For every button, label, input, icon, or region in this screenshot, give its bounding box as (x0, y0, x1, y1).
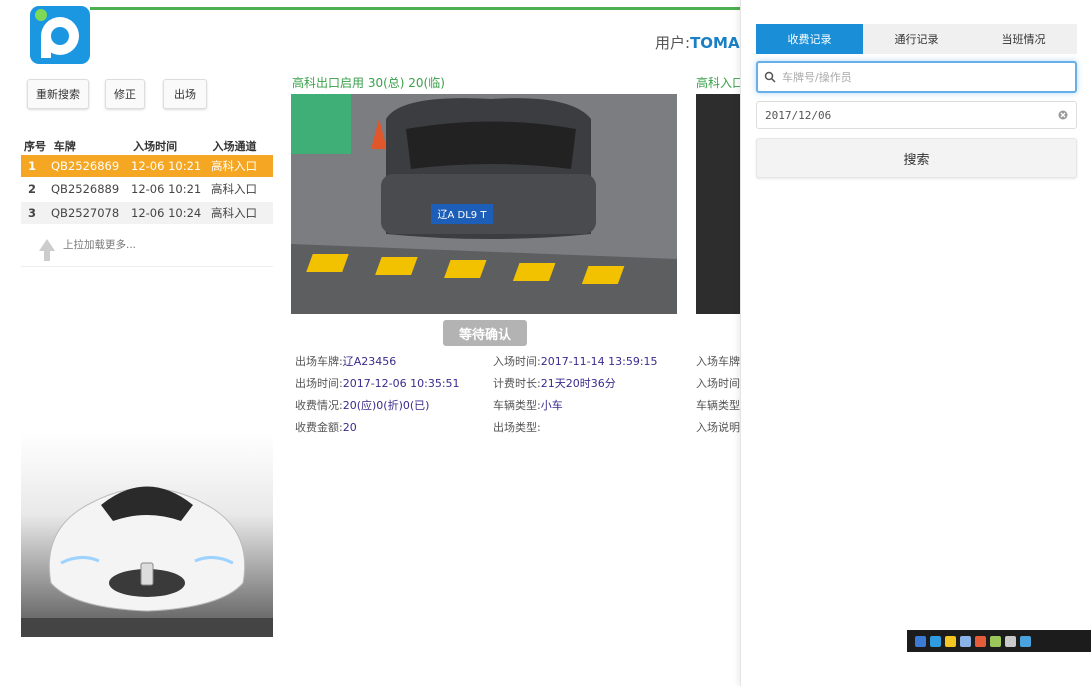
search-icon (764, 71, 776, 83)
parking-app: 用户:TOMA 重新搜索 修正 出场 序号 车牌 入场时间 入场通道 1 QB2… (0, 0, 1091, 686)
exit-camera-photo: 辽A DL9 T (291, 94, 677, 314)
table-row[interactable]: 2 QB2526889 12-06 10:21 高科入口 (21, 178, 273, 200)
entry-label: 入场时间 (696, 377, 740, 390)
fee-status-info: 收费情况:20(应)0(折)0(已) (295, 399, 430, 412)
exit-gate-title: 高科出口启用 30(总) 20(临) (292, 76, 445, 90)
exit-button[interactable]: 出场 (163, 79, 207, 109)
system-tray (907, 630, 1091, 652)
user-prefix: 用户: (655, 34, 691, 52)
camera-car-icon: 辽A DL9 T (291, 94, 677, 314)
entry-label: 车辆类型 (696, 399, 740, 412)
entry-time-info: 入场时间:2017-11-14 13:59:15 (493, 355, 658, 368)
search-button[interactable]: 搜索 (756, 138, 1077, 178)
col-entry-time: 入场时间 (133, 140, 178, 153)
entry-gate-title: 高科入口 (696, 76, 742, 90)
correct-button[interactable]: 修正 (105, 79, 145, 109)
vehicle-type-info: 车辆类型:小车 (493, 399, 563, 412)
entry-camera-photo (696, 94, 742, 314)
clear-icon[interactable] (1058, 110, 1068, 120)
moon-icon[interactable] (945, 635, 956, 647)
col-plate: 车牌 (53, 140, 76, 153)
search-input[interactable] (782, 70, 1062, 84)
language-icon[interactable] (930, 635, 941, 647)
await-confirm-button[interactable]: 等待确认 (443, 320, 527, 346)
col-entry-gate: 入场通道 (212, 140, 257, 153)
load-more[interactable]: 上拉加载更多... (39, 237, 137, 261)
date-value: 2017/12/06 (765, 108, 832, 122)
entry-label: 入场车牌 (696, 355, 740, 368)
user-name[interactable]: TOMA (690, 34, 740, 52)
help-icon[interactable] (1020, 635, 1031, 647)
entry-label: 入场说明 (696, 421, 740, 434)
fee-amount-info: 收费金额:20 (295, 421, 357, 434)
vehicle-list-panel: 重新搜索 修正 出场 序号 车牌 入场时间 入场通道 1 QB2526869 1… (21, 71, 273, 267)
skin-icon[interactable] (990, 635, 1001, 647)
table-row[interactable]: 1 QB2526869 12-06 10:21 高科入口 (21, 155, 273, 177)
exit-gate-panel: 高科出口启用 30(总) 20(临) 辽A DL9 T 等待确认 出场车牌:辽A… (285, 71, 685, 437)
load-more-label: 上拉加载更多... (63, 239, 137, 251)
search-box (756, 61, 1077, 93)
tool-icon[interactable] (1005, 635, 1016, 647)
exit-plate-info: 出场车牌:辽A23456 (295, 355, 397, 368)
duration-info: 计费时长:21天20时36分 (493, 377, 616, 390)
arrow-up-icon (39, 238, 55, 261)
col-no: 序号 (24, 140, 46, 153)
plate-text: 辽A DL9 T (438, 209, 488, 221)
car-promo-image (21, 433, 273, 637)
table-row[interactable]: 3 QB2527078 12-06 10:24 高科入口 (21, 202, 273, 224)
table-header: 序号 车牌 入场时间 入场通道 (24, 138, 272, 154)
keyboard-icon[interactable] (975, 635, 986, 647)
ime-icon[interactable] (915, 635, 926, 647)
user-label: 用户:TOMA (655, 32, 740, 53)
tab-pass-records[interactable]: 通行记录 (863, 24, 970, 54)
app-logo-icon (30, 6, 90, 64)
exit-type-info: 出场类型: (493, 421, 541, 434)
records-side-panel: 收费记录 通行记录 当班情况 2017/12/06 搜索 (740, 0, 1091, 686)
header-accent-line (90, 7, 740, 10)
date-field[interactable]: 2017/12/06 (756, 101, 1077, 129)
tab-fee-records[interactable]: 收费记录 (756, 24, 863, 54)
exit-time-info: 出场时间:2017-12-06 10:35:51 (295, 377, 460, 390)
entry-gate-panel: 高科入口 入场车牌 入场时间 车辆类型 入场说明 (690, 71, 742, 437)
record-tabs: 收费记录 通行记录 当班情况 (756, 24, 1077, 54)
re-search-button[interactable]: 重新搜索 (27, 79, 89, 109)
concept-car-icon (21, 486, 273, 637)
tab-shift-status[interactable]: 当班情况 (970, 24, 1077, 54)
punctuation-icon[interactable] (960, 635, 971, 647)
